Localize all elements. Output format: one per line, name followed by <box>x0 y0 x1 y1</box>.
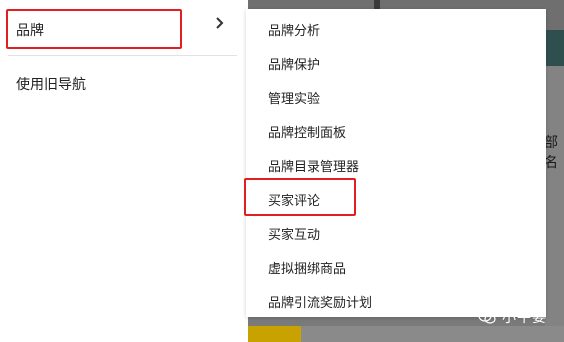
highlight-box-customer-reviews <box>244 178 356 216</box>
menu-item-use-old-navigation[interactable]: 使用旧导航 <box>16 74 86 94</box>
submenu-item-brand-analytics[interactable]: 品牌分析 <box>268 20 320 39</box>
main-menu: 品牌 使用旧导航 <box>0 0 248 342</box>
submenu-item-manage-experiments[interactable]: 管理实验 <box>268 88 320 107</box>
chevron-right-icon[interactable] <box>214 14 226 32</box>
watermark: 小牛要 <box>478 307 547 327</box>
brand-submenu: 品牌分析 品牌保护 管理实验 品牌控制面板 品牌目录管理器 买家评论 买家互动 … <box>244 9 546 317</box>
highlight-box-brand <box>6 9 182 49</box>
background-button <box>245 326 301 342</box>
submenu-item-customer-engagement[interactable]: 买家互动 <box>268 224 320 243</box>
submenu-item-brand-protection[interactable]: 品牌保护 <box>268 54 320 73</box>
background-sidebar <box>545 66 564 342</box>
background-footer <box>301 326 564 342</box>
menu-divider <box>8 55 237 56</box>
background-partial-text: 部名 <box>544 135 558 171</box>
watermark-text: 小牛要 <box>502 310 547 326</box>
submenu-item-brand-catalog-manager[interactable]: 品牌目录管理器 <box>268 156 359 175</box>
submenu-item-brand-referral-bonus[interactable]: 品牌引流奖励计划 <box>268 292 372 311</box>
submenu-item-virtual-bundles[interactable]: 虚拟捆绑商品 <box>268 258 346 277</box>
submenu-item-brand-dashboard[interactable]: 品牌控制面板 <box>268 122 346 141</box>
wechat-icon <box>478 310 496 324</box>
